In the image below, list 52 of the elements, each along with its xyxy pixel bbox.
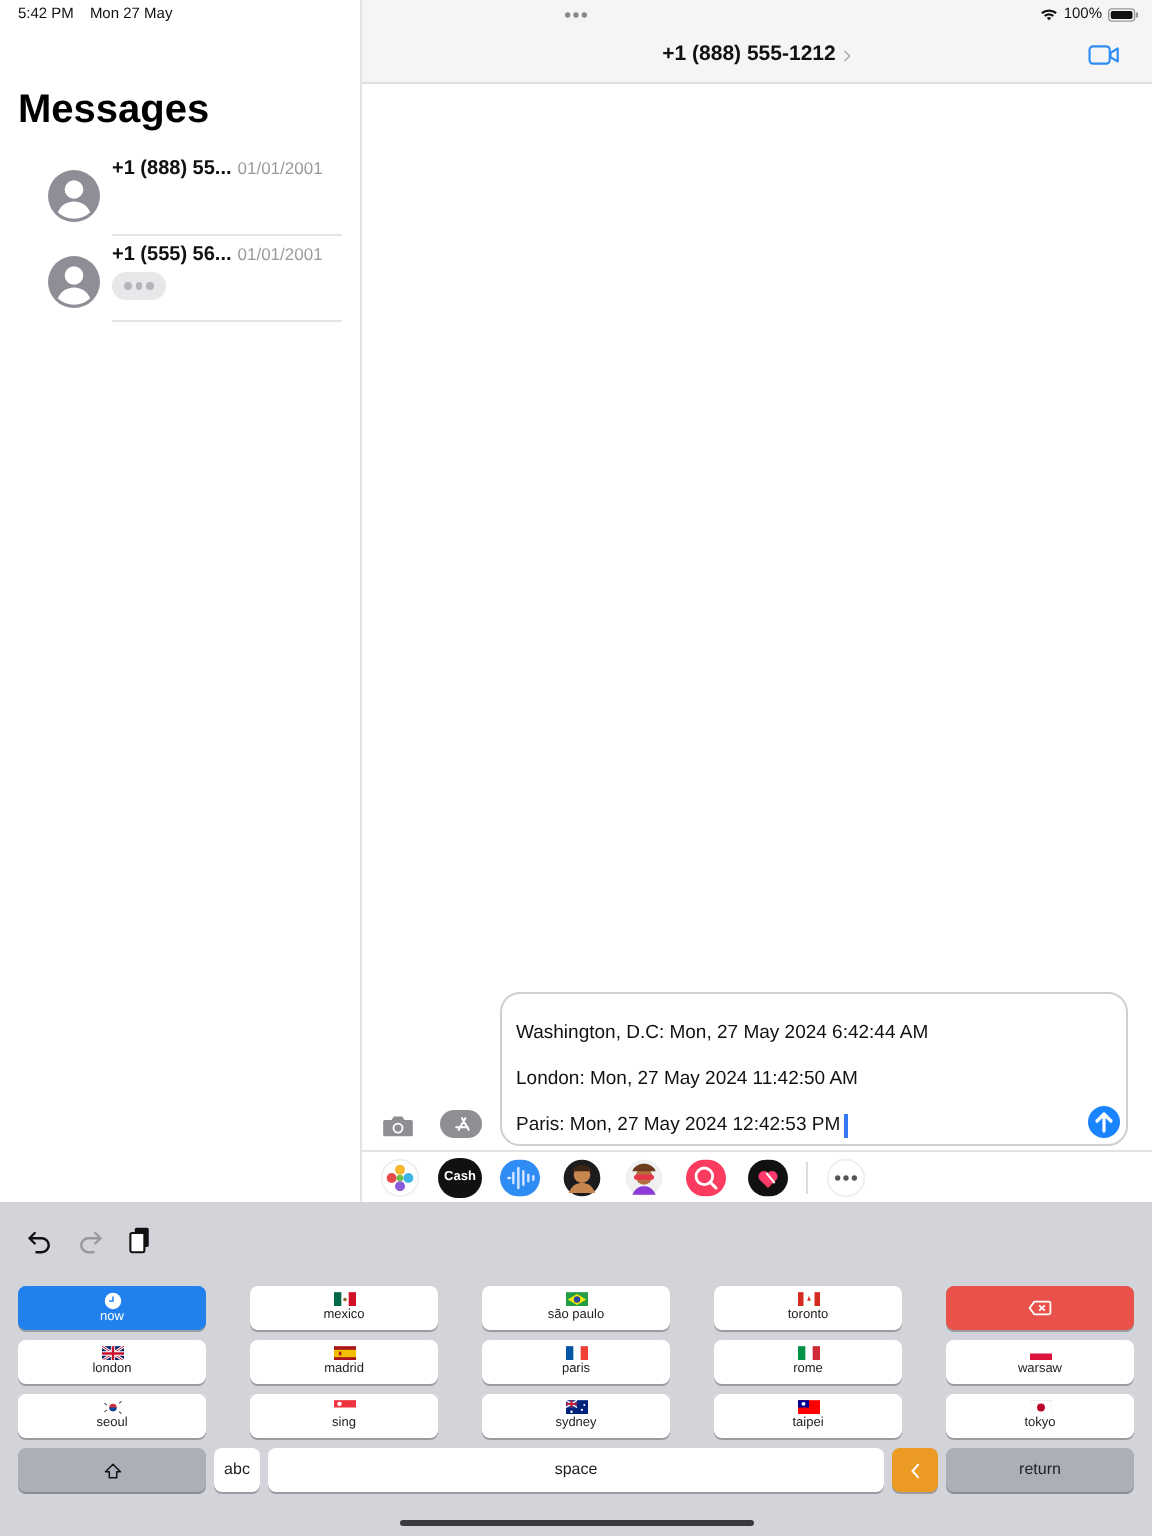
- flag-icon: [565, 1345, 587, 1361]
- flag-icon: [565, 1291, 587, 1307]
- message-field[interactable]: Washington, D.C: Mon, 27 May 2024 6:42:44 AM London: Mon, 27 May 2024 11:42:50 AM Paris: Mon, 27 May 2024 12:42:53 PM: [500, 992, 1128, 1146]
- avatar-sticker-icon[interactable]: [620, 1157, 668, 1197]
- audio-message-icon[interactable]: [496, 1157, 544, 1197]
- undo-icon[interactable]: [26, 1226, 54, 1254]
- paste-icon[interactable]: [126, 1224, 154, 1256]
- message-date: 01/01/2001: [237, 156, 323, 182]
- heart-sticker-icon[interactable]: [744, 1157, 792, 1197]
- text-cursor: [844, 1114, 848, 1138]
- flag-icon: [1029, 1399, 1051, 1415]
- more-apps-icon[interactable]: [822, 1157, 870, 1197]
- battery-icon: [1108, 7, 1138, 21]
- flag-icon: [565, 1399, 587, 1415]
- delete-icon: [1028, 1300, 1052, 1316]
- delete-key[interactable]: [946, 1286, 1134, 1330]
- chevron-icon: [841, 47, 852, 63]
- image-search-icon[interactable]: [682, 1157, 730, 1197]
- message-text-line: Washington, D.C: Mon, 27 May 2024 6:42:44 AM: [516, 1022, 929, 1046]
- multitask-icon[interactable]: [562, 9, 590, 19]
- avatar-sticker-icon[interactable]: [558, 1157, 606, 1197]
- message-date: 01/01/2001: [237, 242, 323, 268]
- abc-key[interactable]: abc: [214, 1448, 260, 1492]
- message-text-line: Paris: Mon, 27 May 2024 12:42:53 PM: [516, 1114, 841, 1138]
- message-text-line: London: Mon, 27 May 2024 11:42:50 AM: [516, 1068, 858, 1092]
- flag-icon: [797, 1345, 819, 1361]
- avatar-icon: [48, 256, 100, 308]
- flag-icon: [333, 1345, 355, 1361]
- flag-icon: [101, 1345, 123, 1361]
- clock-icon: [103, 1291, 121, 1309]
- shift-icon: [103, 1461, 121, 1479]
- send-button[interactable]: [1088, 1106, 1120, 1138]
- flag-icon: [101, 1399, 123, 1415]
- return-key[interactable]: return: [946, 1448, 1134, 1492]
- wifi-icon: [1039, 6, 1058, 22]
- redo-icon[interactable]: [76, 1226, 104, 1254]
- app-store-icon: [451, 1114, 471, 1134]
- flag-icon: [333, 1291, 355, 1307]
- photos-app-icon[interactable]: [376, 1157, 424, 1197]
- flag-icon: [797, 1291, 819, 1307]
- avatar-icon: [48, 170, 100, 222]
- contact-name: +1 (888) 55...: [112, 156, 232, 184]
- app-store-button[interactable]: [440, 1110, 482, 1138]
- video-call-icon[interactable]: [1088, 42, 1120, 68]
- conversation-row[interactable]: +1 (555) 56... 01/01/2001: [0, 236, 360, 322]
- conversation-row[interactable]: +1 (888) 55... 01/01/2001: [0, 150, 360, 236]
- chevron-left-icon: [909, 1461, 921, 1479]
- conversation-title[interactable]: +1 (888) 555-1212: [662, 39, 836, 71]
- space-key[interactable]: space: [268, 1448, 884, 1492]
- sidebar-title: Messages: [16, 86, 212, 136]
- flag-icon: [797, 1399, 819, 1415]
- contact-name: +1 (555) 56...: [112, 242, 232, 270]
